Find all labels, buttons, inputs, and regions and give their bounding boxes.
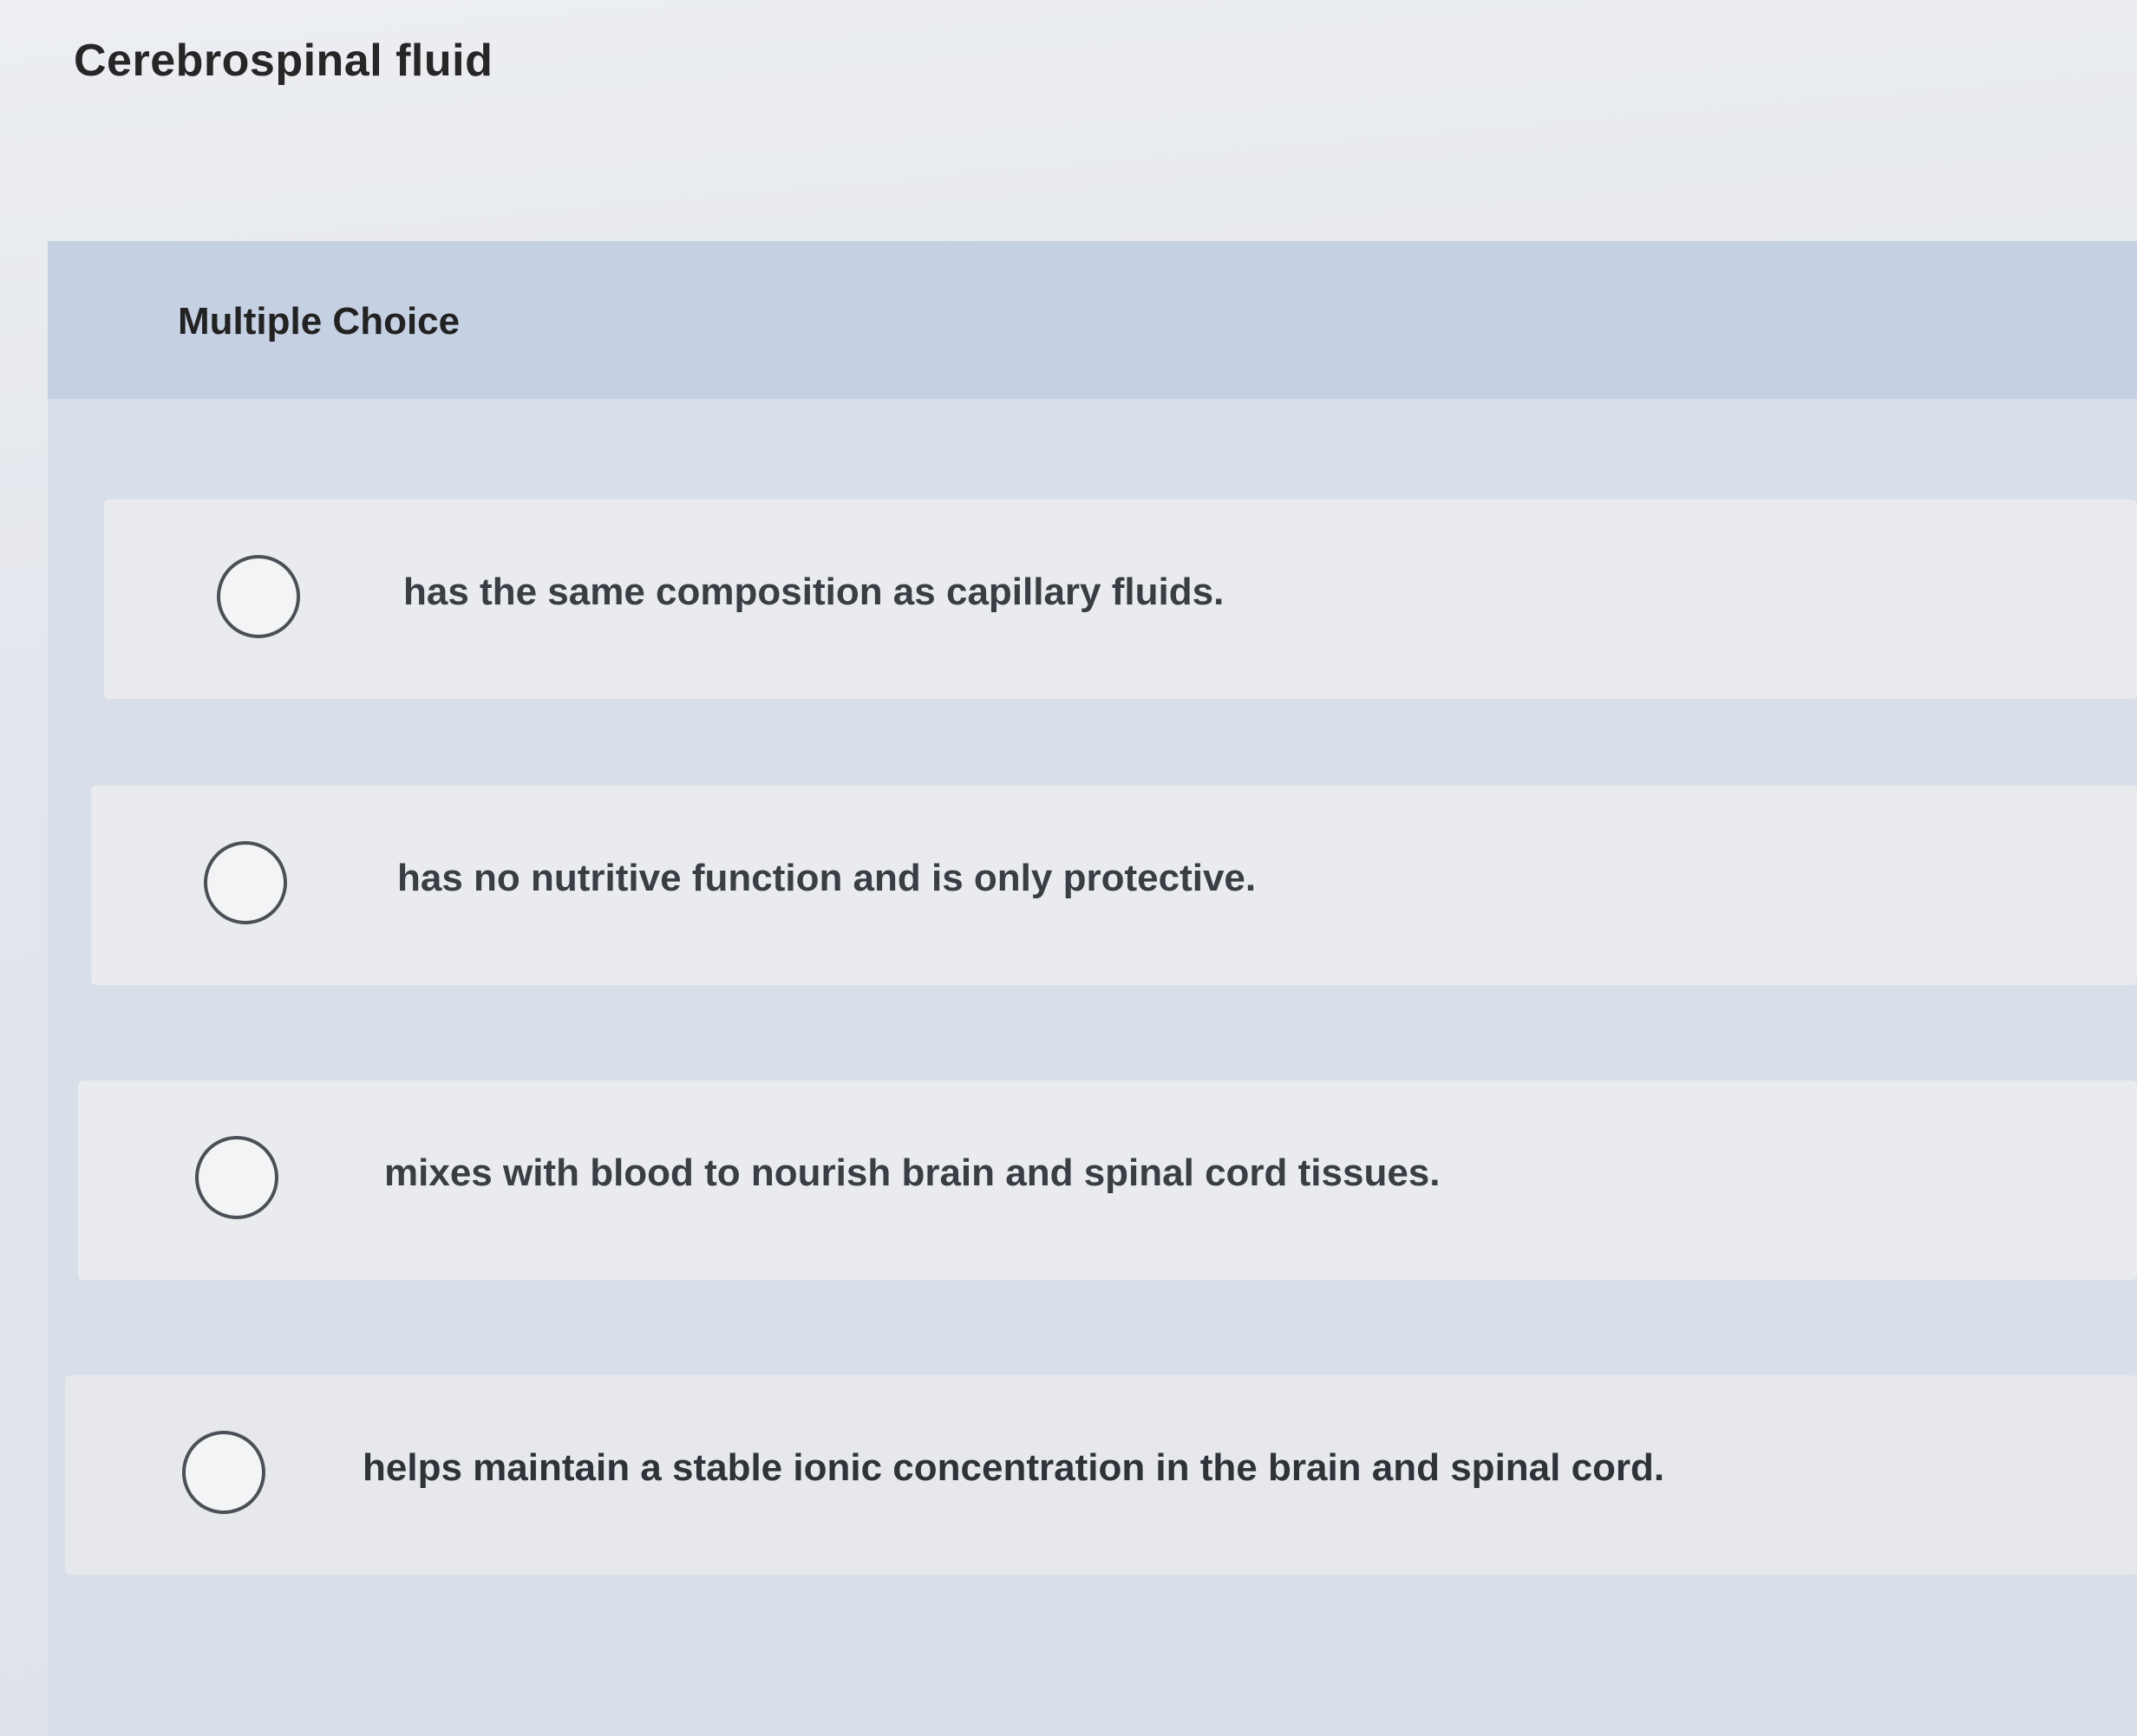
answer-option-4[interactable]: helps maintain a stable ionic concentrat…	[65, 1375, 2137, 1575]
answer-option-3[interactable]: mixes with blood to nourish brain and sp…	[78, 1080, 2137, 1280]
answer-option-1[interactable]: has the same composition as capillary fl…	[104, 499, 2137, 699]
answer-option-label: has the same composition as capillary fl…	[403, 571, 1225, 613]
answer-option-label: has no nutritive function and is only pr…	[397, 857, 1257, 899]
radio-button[interactable]	[204, 841, 287, 924]
question-type-label: Multiple Choice	[178, 300, 461, 343]
answer-option-label: mixes with blood to nourish brain and sp…	[384, 1152, 1441, 1194]
radio-button[interactable]	[195, 1136, 278, 1219]
radio-button[interactable]	[182, 1431, 265, 1514]
question-panel: Multiple Choice has the same composition…	[48, 241, 2137, 1736]
radio-button[interactable]	[217, 555, 300, 638]
answer-option-label: helps maintain a stable ionic concentrat…	[363, 1446, 1665, 1489]
answer-option-2[interactable]: has no nutritive function and is only pr…	[91, 786, 2137, 985]
question-title: Cerebrospinal fluid	[74, 36, 493, 86]
question-type-header: Multiple Choice	[48, 241, 2137, 399]
quiz-page: Cerebrospinal fluid Multiple Choice has …	[0, 0, 2137, 1736]
